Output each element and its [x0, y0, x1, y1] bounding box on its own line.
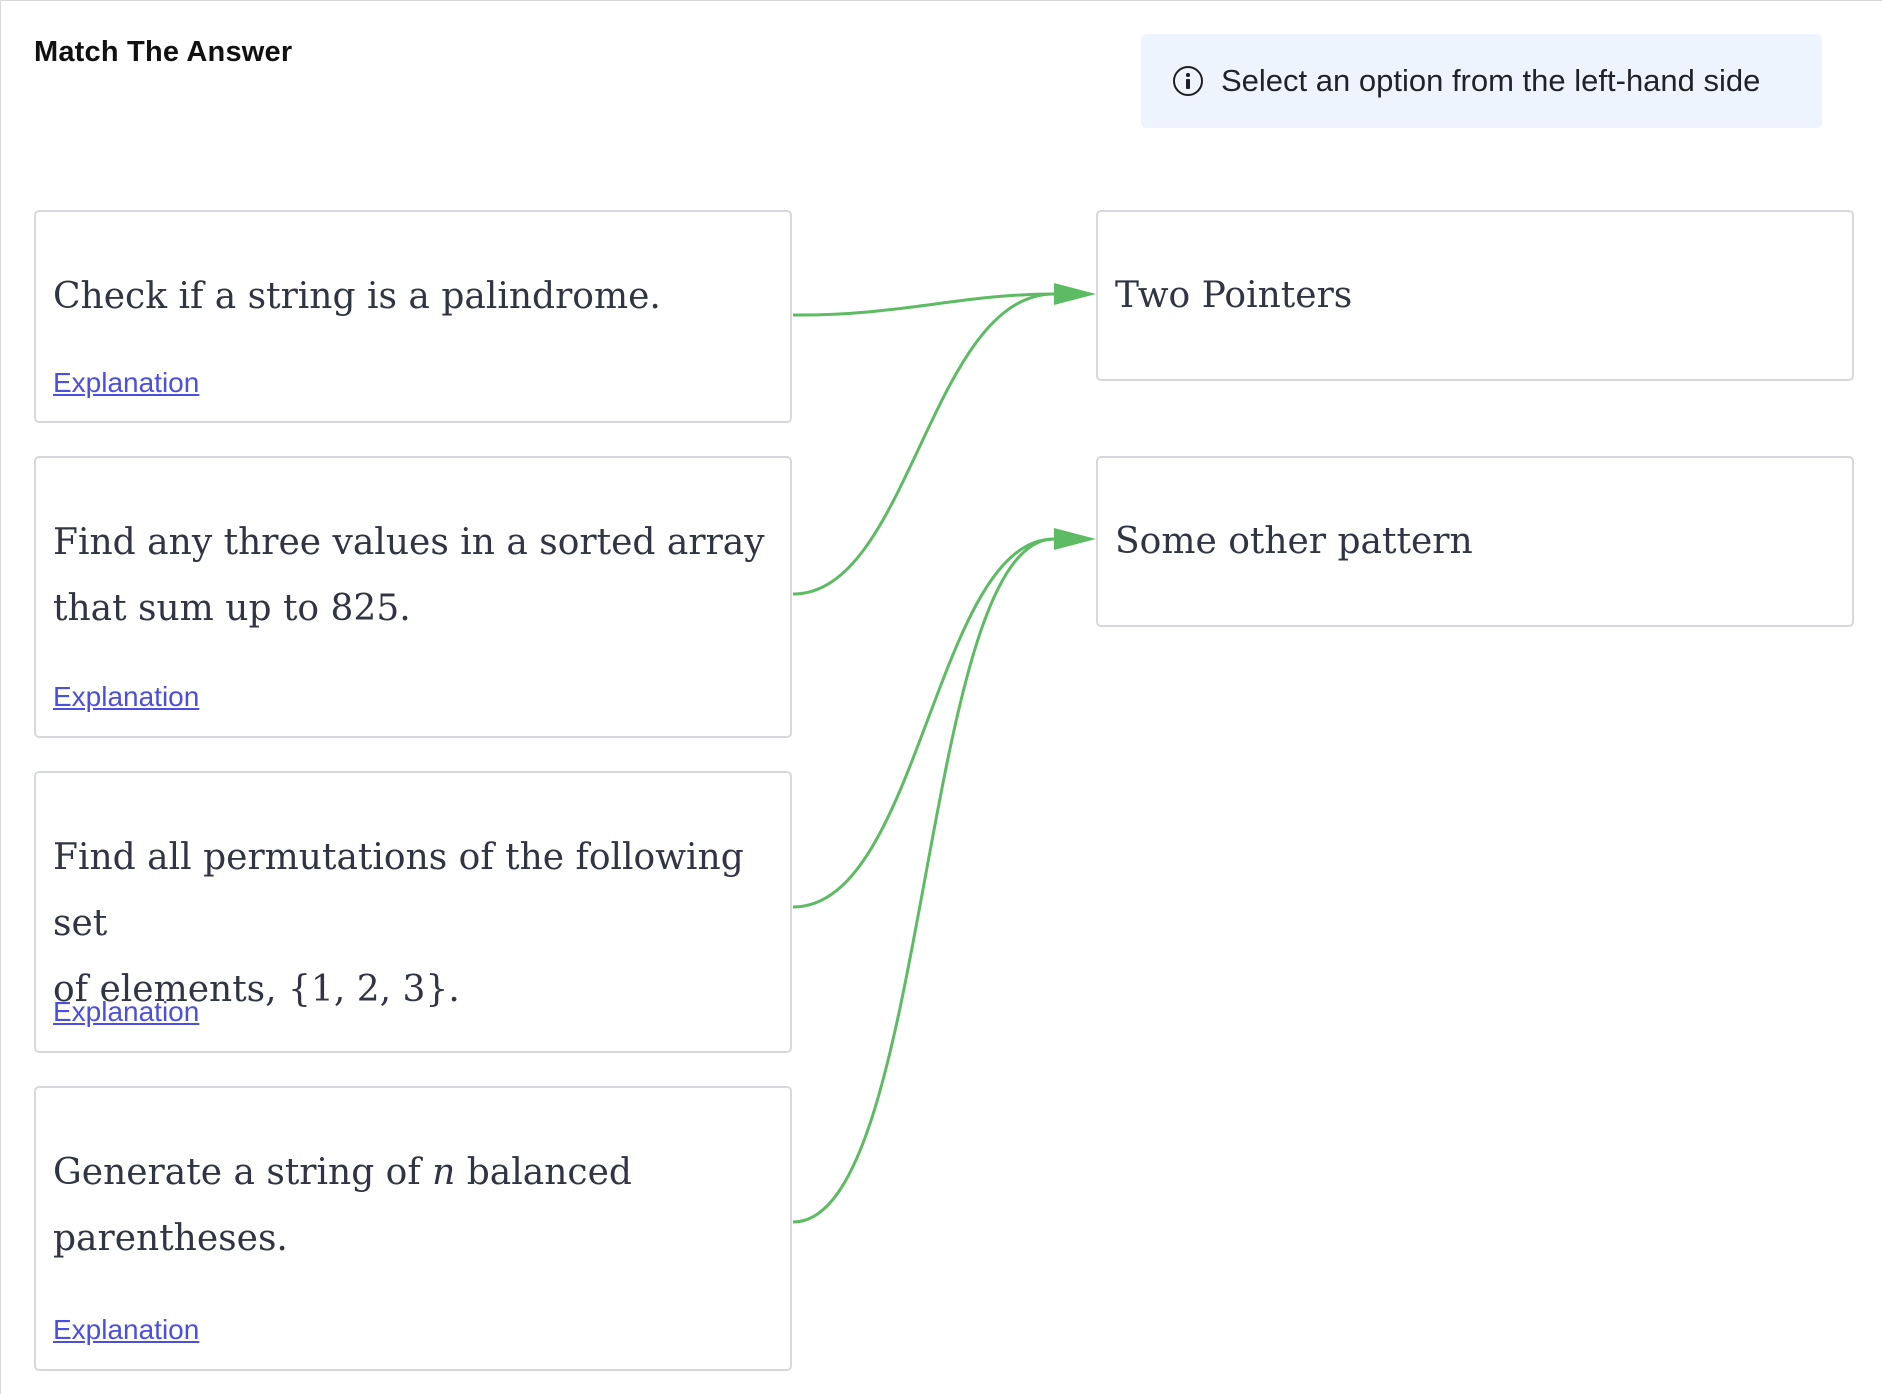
- instruction-banner: Select an option from the left-hand side: [1141, 34, 1822, 128]
- question-text: Check if a string is a palindrome.: [53, 264, 770, 330]
- explanation-link[interactable]: Explanation: [53, 1314, 199, 1346]
- instruction-text: Select an option from the left-hand side: [1221, 63, 1761, 98]
- math-variable: n: [432, 1152, 456, 1193]
- answer-text: Two Pointers: [1115, 275, 1353, 316]
- explanation-link[interactable]: Explanation: [53, 996, 199, 1028]
- question-line: parentheses.: [53, 1218, 288, 1259]
- answer-text: Some other pattern: [1115, 521, 1473, 562]
- explanation-link[interactable]: Explanation: [53, 681, 199, 713]
- question-line-part: balanced: [455, 1152, 632, 1193]
- question-card-palindrome[interactable]: Check if a string is a palindrome. Expla…: [34, 210, 792, 423]
- question-card-permutations[interactable]: Find all permutations of the following s…: [34, 771, 792, 1053]
- answer-card-other-pattern[interactable]: Some other pattern: [1096, 456, 1854, 627]
- question-line: Find all permutations of the following s…: [53, 837, 744, 944]
- explanation-link[interactable]: Explanation: [53, 367, 199, 399]
- question-text: Find any three values in a sorted array …: [53, 510, 770, 642]
- question-line: Check if a string is a palindrome.: [53, 276, 661, 317]
- question-line: Generate a string of n balanced: [53, 1140, 770, 1206]
- page-title: Match The Answer: [34, 36, 293, 68]
- question-card-three-sum[interactable]: Find any three values in a sorted array …: [34, 456, 792, 738]
- question-line-part: Generate a string of: [53, 1152, 433, 1193]
- answer-card-two-pointers[interactable]: Two Pointers: [1096, 210, 1854, 381]
- info-circle-icon: [1173, 66, 1203, 96]
- question-line: Find any three values in a sorted array: [53, 522, 765, 563]
- question-text: Generate a string of n balanced parenthe…: [53, 1140, 770, 1272]
- question-card-parentheses[interactable]: Generate a string of n balanced parenthe…: [34, 1086, 792, 1371]
- question-text: Find all permutations of the following s…: [53, 825, 770, 1023]
- question-line: that sum up to 825.: [53, 588, 411, 629]
